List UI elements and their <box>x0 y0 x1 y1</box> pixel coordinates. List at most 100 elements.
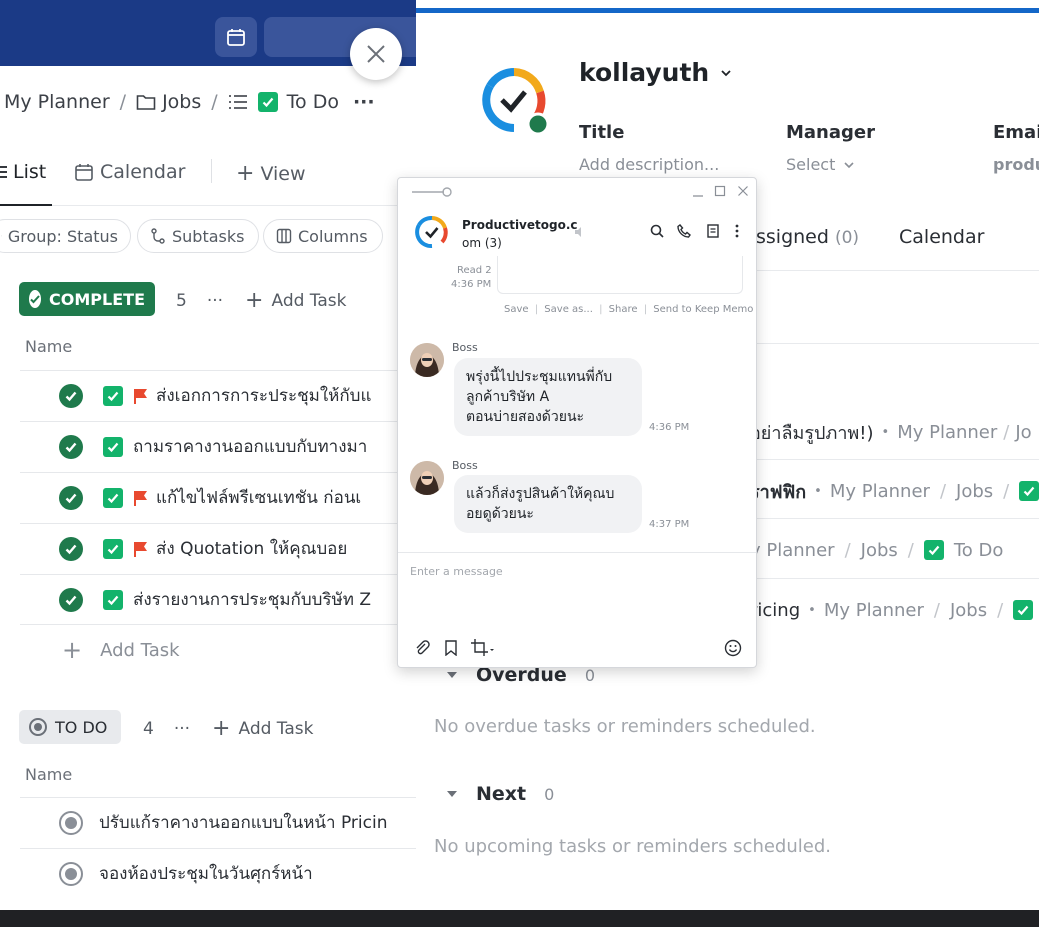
keep-memo-link[interactable]: Send to Keep Memo <box>653 304 753 315</box>
breadcrumb-jobs[interactable]: Jobs <box>162 91 201 113</box>
task-row[interactable]: y Planner / Jobs / To Do <box>750 530 1003 570</box>
message-time: 4:36 PM <box>649 422 690 433</box>
priority-flag-icon[interactable] <box>132 489 150 507</box>
add-task-button[interactable]: + Add Task <box>245 288 346 313</box>
close-button[interactable] <box>350 28 402 80</box>
column-header-name[interactable]: Name <box>25 337 72 356</box>
pin-icon[interactable] <box>412 186 452 198</box>
avatar[interactable] <box>410 343 444 377</box>
complete-status-icon[interactable] <box>59 587 83 612</box>
close-icon[interactable] <box>737 185 749 197</box>
tab-assigned-label: ssigned <box>756 226 829 248</box>
email-label: Email <box>993 122 1039 143</box>
plus-icon: + <box>236 161 255 186</box>
task-title: จองห้องประชุมในวันศุกร์หน้า <box>99 864 313 884</box>
status-badge-todo[interactable]: TO DO <box>19 710 121 744</box>
chat-window: Productivetogo.c om (3) Read 2 4:36 PM S… <box>397 177 757 668</box>
task-count: 5 <box>176 290 187 311</box>
breadcrumb-separator: / <box>211 91 218 113</box>
chat-title-line2: om (3) <box>462 236 502 250</box>
table-row[interactable]: ส่ง Quotation ให้คุณบอย <box>20 523 416 573</box>
group-more-button[interactable]: ··· <box>207 291 223 311</box>
table-row[interactable]: ส่งเอกการการะประชุมให้กับแ <box>20 370 416 420</box>
todo-check-icon <box>103 589 123 610</box>
table-row[interactable]: จองห้องประชุมในวันศุกร์หน้า <box>20 848 416 898</box>
message-bubble[interactable]: แล้วก็ส่งรูปสินค้าให้คุณบ อยดูด้วยนะ <box>454 475 642 533</box>
table-row[interactable]: ส่งรายงานการประชุมกับบริษัท Z <box>20 574 416 624</box>
more-vertical-icon[interactable] <box>734 224 740 238</box>
chat-title[interactable]: Productivetogo.c om (3) <box>462 216 578 252</box>
todo-status-icon[interactable] <box>59 810 83 835</box>
tab-assigned[interactable]: ssigned (0) <box>756 226 859 260</box>
bookmark-icon[interactable] <box>444 640 458 656</box>
breadcrumb-separator: / <box>939 480 947 502</box>
add-task-inline-button[interactable]: + Add Task <box>62 636 180 664</box>
table-row[interactable]: ถามราคางานออกแบบกับทางมา <box>20 421 416 471</box>
table-row[interactable]: ปรับแก้ราคางานออกแบบในหน้า Pricin <box>20 797 416 847</box>
share-link[interactable]: Share <box>609 304 638 315</box>
priority-flag-icon[interactable] <box>132 540 150 558</box>
emoji-icon[interactable] <box>724 639 742 657</box>
breadcrumb-todo[interactable]: To Do <box>287 91 339 113</box>
active-tab-underline <box>0 204 52 206</box>
title-description-input[interactable]: Add description... <box>579 155 719 174</box>
tab-calendar[interactable]: Calendar <box>74 161 185 183</box>
section-next-toggle[interactable]: Next 0 <box>446 783 554 805</box>
priority-flag-icon[interactable] <box>132 387 150 405</box>
tab-calendar[interactable]: Calendar <box>899 226 984 260</box>
phone-icon[interactable] <box>677 224 691 238</box>
complete-status-icon[interactable] <box>59 383 83 408</box>
add-view-button[interactable]: + View <box>236 161 306 186</box>
complete-status-icon[interactable] <box>59 536 83 561</box>
complete-status-icon[interactable] <box>59 485 83 510</box>
message-text-line: อยดูด้วยนะ <box>466 506 534 522</box>
tab-list[interactable]: List <box>0 161 46 183</box>
crop-icon[interactable] <box>471 639 495 657</box>
save-as-link[interactable]: Save as... <box>544 304 593 315</box>
message-bubble[interactable]: พรุ่งนี้ไปประชุมแทนพี่กับ ลูกค้าบริษัท A… <box>454 358 642 436</box>
todo-check-icon <box>257 92 278 112</box>
previous-message-bubble[interactable] <box>497 256 743 294</box>
minimize-icon[interactable] <box>692 186 704 198</box>
status-badge-complete[interactable]: COMPLETE <box>19 282 155 316</box>
action-separator: | <box>599 304 603 315</box>
table-row[interactable]: แก้ไขไฟล์พรีเซนเทชัน ก่อนเ <box>20 472 416 522</box>
email-value[interactable]: produ <box>993 155 1039 174</box>
caret-down-icon <box>447 791 457 797</box>
message-text-line: พรุ่งนี้ไปประชุมแทนพี่กับ <box>466 369 613 385</box>
complete-group-meta: 5 ··· + Add Task <box>176 288 347 313</box>
group-avatar[interactable] <box>414 214 450 250</box>
action-separator: | <box>643 304 648 315</box>
task-row[interactable]: ricing • My Planner / Jobs / <box>750 590 1034 630</box>
paperclip-icon[interactable] <box>414 640 430 656</box>
user-name-dropdown[interactable]: kollayuth <box>579 58 733 87</box>
manager-select[interactable]: Select <box>786 155 855 174</box>
read-time: 4:36 PM <box>451 279 492 290</box>
todo-check-icon <box>923 540 944 560</box>
group-by-filter[interactable]: Group: Status <box>0 219 131 253</box>
task-list-panel: My Planner / Jobs / To Do ··· List Calen… <box>0 0 416 910</box>
message-input[interactable]: Enter a message <box>410 565 746 625</box>
group-more-button[interactable]: ··· <box>174 719 190 739</box>
mute-icon[interactable] <box>574 226 586 238</box>
save-link[interactable]: Save <box>504 304 529 315</box>
add-task-button[interactable]: + Add Task <box>212 716 313 741</box>
breadcrumb-planner[interactable]: My Planner <box>4 91 110 113</box>
notes-icon[interactable] <box>707 224 719 238</box>
task-row[interactable]: อย่าลืมรูปภาพ!) • My Planner / Jo <box>750 412 1032 452</box>
todo-status-icon[interactable] <box>59 861 83 886</box>
breadcrumb-more-button[interactable]: ··· <box>353 91 375 113</box>
accent-bar <box>416 8 1039 13</box>
avatar[interactable] <box>410 461 444 495</box>
search-icon[interactable] <box>650 224 664 238</box>
todo-check-icon <box>103 487 123 508</box>
complete-status-icon[interactable] <box>59 434 83 459</box>
subtasks-filter[interactable]: Subtasks <box>137 219 259 253</box>
composer-divider <box>398 552 756 553</box>
task-row[interactable]: ราฟฟิก • My Planner / Jobs / <box>750 471 1039 511</box>
columns-filter[interactable]: Columns <box>263 219 383 253</box>
column-header-name[interactable]: Name <box>25 765 72 784</box>
maximize-icon[interactable] <box>714 185 726 197</box>
breadcrumb-jobs: Jobs <box>949 599 988 621</box>
calendar-button[interactable] <box>215 17 257 57</box>
